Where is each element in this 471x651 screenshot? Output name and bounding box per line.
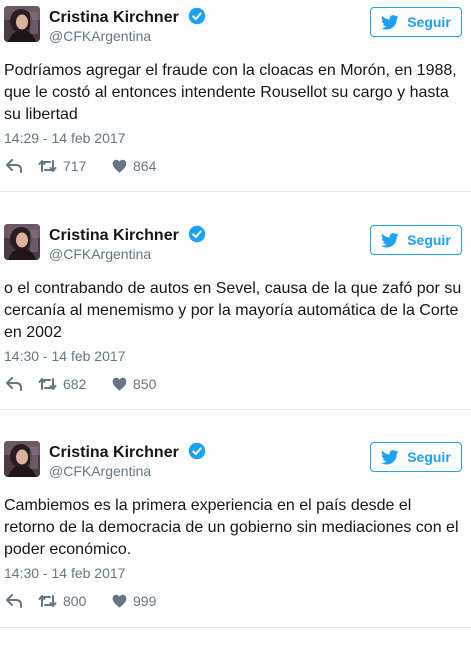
twitter-bird-icon — [381, 232, 399, 247]
heart-icon — [112, 159, 127, 173]
tweet-timestamp[interactable]: 14:30 - 14 feb 2017 — [4, 348, 125, 364]
like-count: 999 — [133, 593, 157, 609]
author-handle[interactable]: @CFKArgentina — [49, 246, 151, 262]
like-count: 864 — [133, 158, 157, 174]
reply-button[interactable] — [6, 159, 38, 173]
verified-badge-icon — [189, 7, 206, 25]
avatar-image — [4, 224, 40, 260]
tweet-actions: 800 999 — [6, 593, 156, 609]
like-button[interactable]: 850 — [112, 376, 156, 392]
tweet-timestamp[interactable]: 14:29 - 14 feb 2017 — [4, 130, 125, 146]
follow-button-label[interactable]: Seguir — [407, 14, 451, 30]
author-handle[interactable]: @CFKArgentina — [49, 28, 151, 44]
retweet-button[interactable]: 717 — [38, 158, 112, 174]
follow-button-label[interactable]: Seguir — [407, 449, 451, 465]
author-name[interactable]: Cristina Kirchner — [49, 442, 206, 462]
retweet-icon — [38, 160, 57, 172]
reply-icon — [6, 377, 22, 391]
heart-icon — [112, 377, 127, 391]
author-name[interactable]: Cristina Kirchner — [49, 225, 206, 245]
verified-badge-icon — [189, 442, 206, 460]
tweet-card: Cristina Kirchner @CFKArgentina Seguir C… — [0, 435, 471, 625]
follow-button-label[interactable]: Seguir — [407, 232, 451, 248]
divider — [0, 627, 471, 628]
retweet-count: 717 — [63, 158, 87, 174]
follow-button[interactable]: Seguir — [370, 225, 462, 255]
reply-icon — [6, 594, 22, 608]
retweet-count: 800 — [63, 593, 87, 609]
tweet-card: Cristina Kirchner @CFKArgentina Seguir o… — [0, 218, 471, 408]
retweet-count: 682 — [63, 376, 87, 392]
author-name[interactable]: Cristina Kirchner — [49, 7, 206, 27]
reply-button[interactable] — [6, 377, 38, 391]
divider — [0, 191, 471, 192]
reply-button[interactable] — [6, 594, 38, 608]
author-handle[interactable]: @CFKArgentina — [49, 463, 151, 479]
tweet-actions: 682 850 — [6, 376, 156, 392]
like-button[interactable]: 864 — [112, 158, 156, 174]
author-name-text[interactable]: Cristina Kirchner — [49, 227, 179, 244]
like-count: 850 — [133, 376, 157, 392]
verified-badge-icon — [189, 225, 206, 243]
avatar[interactable] — [4, 441, 40, 477]
twitter-bird-icon — [381, 449, 399, 464]
tweet-text: Cambiemos es la primera experiencia en e… — [4, 497, 459, 558]
tweet-card: Cristina Kirchner @CFKArgentina Seguir P… — [0, 0, 471, 190]
retweet-button[interactable]: 682 — [38, 376, 112, 392]
avatar[interactable] — [4, 224, 40, 260]
follow-button[interactable]: Seguir — [370, 7, 462, 37]
retweet-icon — [38, 378, 57, 390]
divider — [0, 409, 471, 410]
avatar-image — [4, 441, 40, 477]
tweet-actions: 717 864 — [6, 158, 156, 174]
avatar-image — [4, 6, 40, 42]
tweet-text: o el contrabando de autos en Sevel, caus… — [4, 280, 462, 341]
heart-icon — [112, 594, 127, 608]
like-button[interactable]: 999 — [112, 593, 156, 609]
author-name-text[interactable]: Cristina Kirchner — [49, 9, 179, 26]
retweet-icon — [38, 595, 57, 607]
reply-icon — [6, 159, 22, 173]
author-name-text[interactable]: Cristina Kirchner — [49, 444, 179, 461]
retweet-button[interactable]: 800 — [38, 593, 112, 609]
tweet-timestamp[interactable]: 14:30 - 14 feb 2017 — [4, 565, 125, 581]
avatar[interactable] — [4, 6, 40, 42]
follow-button[interactable]: Seguir — [370, 442, 462, 472]
twitter-bird-icon — [381, 14, 399, 29]
tweet-text: Podríamos agregar el fraude con la cloac… — [4, 62, 457, 123]
